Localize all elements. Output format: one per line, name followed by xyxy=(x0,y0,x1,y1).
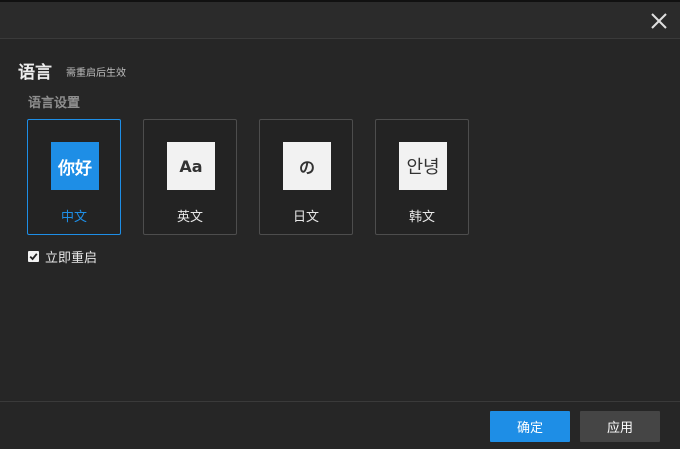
english-glyph-icon: Aa xyxy=(167,142,215,190)
language-card-label: 中文 xyxy=(60,210,87,225)
language-card-chinese[interactable]: 你好 中文 xyxy=(27,119,121,235)
confirm-button[interactable]: 确定 xyxy=(490,411,570,442)
restart-required-note: 需重启后生效 xyxy=(66,68,126,79)
apply-button[interactable]: 应用 xyxy=(580,411,660,442)
close-icon xyxy=(651,13,667,29)
footer-divider xyxy=(0,401,680,402)
restart-now-checkbox[interactable] xyxy=(28,251,39,262)
language-card-label: 韩文 xyxy=(408,210,435,225)
japanese-glyph-icon: の xyxy=(283,142,331,190)
section-title: 语言 xyxy=(18,63,52,83)
restart-now-option[interactable]: 立即重启 xyxy=(28,247,97,266)
language-card-label: 英文 xyxy=(176,210,203,225)
language-card-japanese[interactable]: の 日文 xyxy=(259,119,353,235)
language-card-korean[interactable]: 안녕 韩文 xyxy=(375,119,469,235)
restart-now-label: 立即重启 xyxy=(45,251,98,266)
close-button[interactable] xyxy=(647,9,671,33)
chinese-glyph-icon: 你好 xyxy=(51,142,99,190)
language-card-english[interactable]: Aa 英文 xyxy=(143,119,237,235)
check-icon xyxy=(29,253,38,261)
language-settings-dialog: 语言 需重启后生效 语言设置 你好 中文 Aa 英文 の 日文 안녕 韩文 立即… xyxy=(0,0,680,449)
language-card-label: 日文 xyxy=(292,210,319,225)
title-bar xyxy=(0,2,680,39)
korean-glyph-icon: 안녕 xyxy=(399,142,447,190)
language-settings-subtitle: 语言设置 xyxy=(28,96,81,111)
